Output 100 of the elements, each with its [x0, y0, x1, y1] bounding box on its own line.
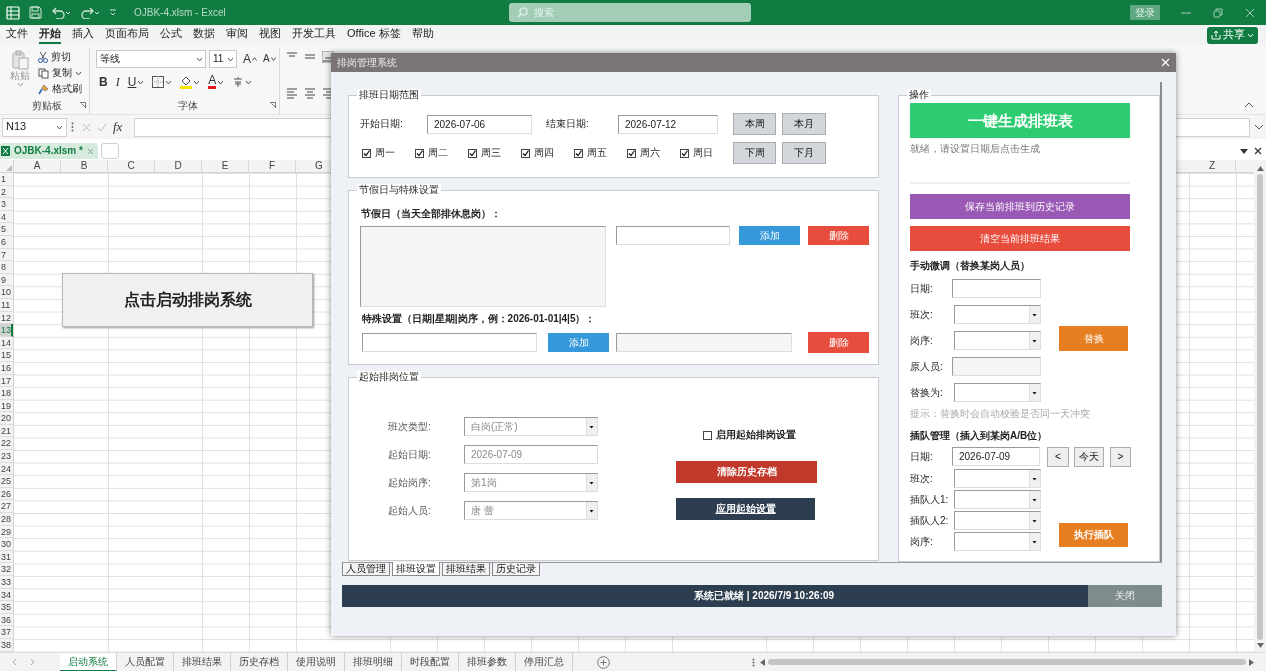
insert-function-button[interactable]: fx — [113, 119, 123, 135]
column-header[interactable]: F — [249, 160, 296, 172]
row-header[interactable]: 38 — [0, 638, 13, 652]
row-header[interactable]: 31 — [0, 550, 13, 564]
row-header[interactable]: 16 — [0, 361, 13, 375]
caret-icon[interactable] — [165, 79, 173, 85]
share-button[interactable]: 共享 — [1207, 26, 1258, 44]
scroll-up-icon[interactable] — [1256, 166, 1264, 171]
menu-tab[interactable]: 文件 — [6, 26, 28, 44]
menu-tab[interactable]: 插入 — [72, 26, 94, 44]
menu-tab[interactable]: 数据 — [193, 26, 215, 44]
format-painter-button[interactable]: 格式刷 — [36, 81, 84, 97]
row-header[interactable]: 37 — [0, 626, 13, 639]
range-button[interactable]: 本周 — [733, 113, 776, 135]
align-left-icon[interactable] — [286, 87, 298, 99]
checkbox-icon[interactable] — [415, 148, 424, 158]
italic-button[interactable]: I — [112, 73, 123, 91]
row-header[interactable]: 8 — [0, 261, 13, 274]
dialog-tab[interactable]: 历史记录 — [492, 563, 540, 576]
weekday-checkbox[interactable]: 周二 — [415, 147, 468, 159]
weekday-checkbox[interactable]: 周四 — [521, 147, 574, 159]
menu-tab[interactable]: 页面布局 — [105, 26, 149, 44]
grow-font-button[interactable]: A — [240, 50, 260, 68]
workbook-tab[interactable]: OJBK-4.xlsm * — [0, 143, 98, 159]
previous-day-button[interactable]: < — [1047, 446, 1069, 467]
row-header[interactable]: 3 — [0, 198, 13, 211]
save-history-button[interactable]: 保存当前排班到历史记录 — [910, 194, 1130, 219]
weekday-checkbox[interactable]: 周三 — [468, 147, 521, 159]
row-header[interactable]: 5 — [0, 223, 13, 236]
dialog-tab[interactable]: 人员管理 — [342, 563, 390, 576]
caret-icon[interactable] — [193, 79, 201, 85]
column-header[interactable]: B — [61, 160, 108, 172]
holiday-field[interactable] — [616, 226, 730, 245]
caret-icon[interactable] — [137, 79, 145, 85]
row-header[interactable]: 20 — [0, 412, 13, 425]
range-button[interactable]: 下周 — [733, 142, 776, 164]
weekday-checkbox[interactable]: 周一 — [362, 147, 415, 159]
row-header[interactable]: 30 — [0, 538, 13, 551]
row-header[interactable]: 25 — [0, 475, 13, 488]
checkbox-icon[interactable] — [468, 148, 477, 158]
sheet-tab[interactable]: 排班结果 — [174, 652, 231, 671]
restore-icon[interactable] — [1213, 7, 1223, 18]
row-header[interactable]: 23 — [0, 450, 13, 463]
special-field[interactable] — [362, 333, 537, 352]
row-header[interactable]: 10 — [0, 286, 13, 299]
caret-icon[interactable] — [227, 56, 234, 62]
dialog-tab[interactable]: 排班结果 — [442, 563, 490, 576]
scroll-left-icon[interactable] — [760, 658, 765, 666]
customize-icon[interactable] — [109, 8, 117, 17]
scroll-down-icon[interactable] — [1256, 643, 1264, 648]
delete-button[interactable]: 删除 — [808, 332, 869, 353]
save-icon[interactable] — [29, 6, 42, 19]
dropdown-field[interactable] — [954, 532, 1041, 551]
column-header[interactable]: E — [202, 160, 249, 172]
align-center-icon[interactable] — [304, 87, 316, 99]
copy-button[interactable]: 复制 — [36, 65, 84, 81]
font-name-field[interactable]: 等线 — [96, 50, 206, 68]
row-header[interactable]: 32 — [0, 563, 13, 576]
search-field[interactable]: 搜索 — [509, 3, 751, 22]
checkbox-icon[interactable] — [574, 148, 583, 158]
menu-tab[interactable]: 帮助 — [411, 26, 434, 44]
caret-icon[interactable] — [245, 79, 253, 85]
redo-icon[interactable] — [80, 6, 100, 19]
checkbox-icon[interactable] — [362, 148, 371, 158]
row-header[interactable]: 22 — [0, 437, 13, 451]
close-icon[interactable] — [1254, 147, 1262, 155]
menu-tab[interactable]: 开发工具 — [292, 26, 336, 44]
menu-tab[interactable]: Office 标签 — [347, 26, 401, 44]
date-field[interactable]: 2026-07-06 — [427, 114, 532, 134]
sheet-tab[interactable]: 人员配置 — [117, 652, 174, 671]
previous-sheet-icon[interactable] — [12, 658, 17, 666]
checkbox-icon[interactable] — [703, 430, 712, 440]
excel-icon[interactable] — [6, 5, 20, 20]
row-header[interactable]: 15 — [0, 349, 13, 362]
checkbox-icon[interactable] — [680, 148, 689, 158]
column-header[interactable]: Z — [1189, 160, 1236, 172]
row-header[interactable]: 29 — [0, 525, 13, 539]
dropdown-field[interactable] — [954, 305, 1041, 324]
menu-tab[interactable]: 开始 — [39, 26, 61, 44]
row-header[interactable]: 28 — [0, 513, 13, 526]
launch-button[interactable]: 点击启动排岗系统 — [62, 273, 313, 327]
more-icon[interactable] — [752, 657, 755, 667]
sheet-tab[interactable]: 停用汇总 — [516, 652, 573, 671]
checkbox-icon[interactable] — [627, 148, 636, 158]
font-size-field[interactable]: 11 — [209, 50, 237, 68]
row-header[interactable]: 17 — [0, 374, 13, 388]
row-header[interactable]: 36 — [0, 613, 13, 627]
sheet-tab[interactable]: 启动系统 — [60, 652, 117, 671]
collapse-ribbon-icon[interactable] — [1244, 102, 1254, 108]
sheet-tab[interactable]: 历史存档 — [231, 652, 288, 671]
row-header[interactable]: 2 — [0, 185, 13, 199]
scrollbar-thumb[interactable] — [1257, 174, 1263, 640]
dropdown-field[interactable] — [954, 490, 1041, 509]
apply-button[interactable]: 应用起始设置 — [676, 498, 815, 520]
row-header[interactable]: 26 — [0, 487, 13, 501]
row-header[interactable]: 7 — [0, 248, 13, 262]
scrollbar-thumb[interactable] — [768, 659, 1246, 665]
row-header[interactable]: 21 — [0, 424, 13, 438]
row-header[interactable]: 13 — [0, 324, 13, 337]
name-box[interactable]: N13 — [2, 117, 67, 137]
